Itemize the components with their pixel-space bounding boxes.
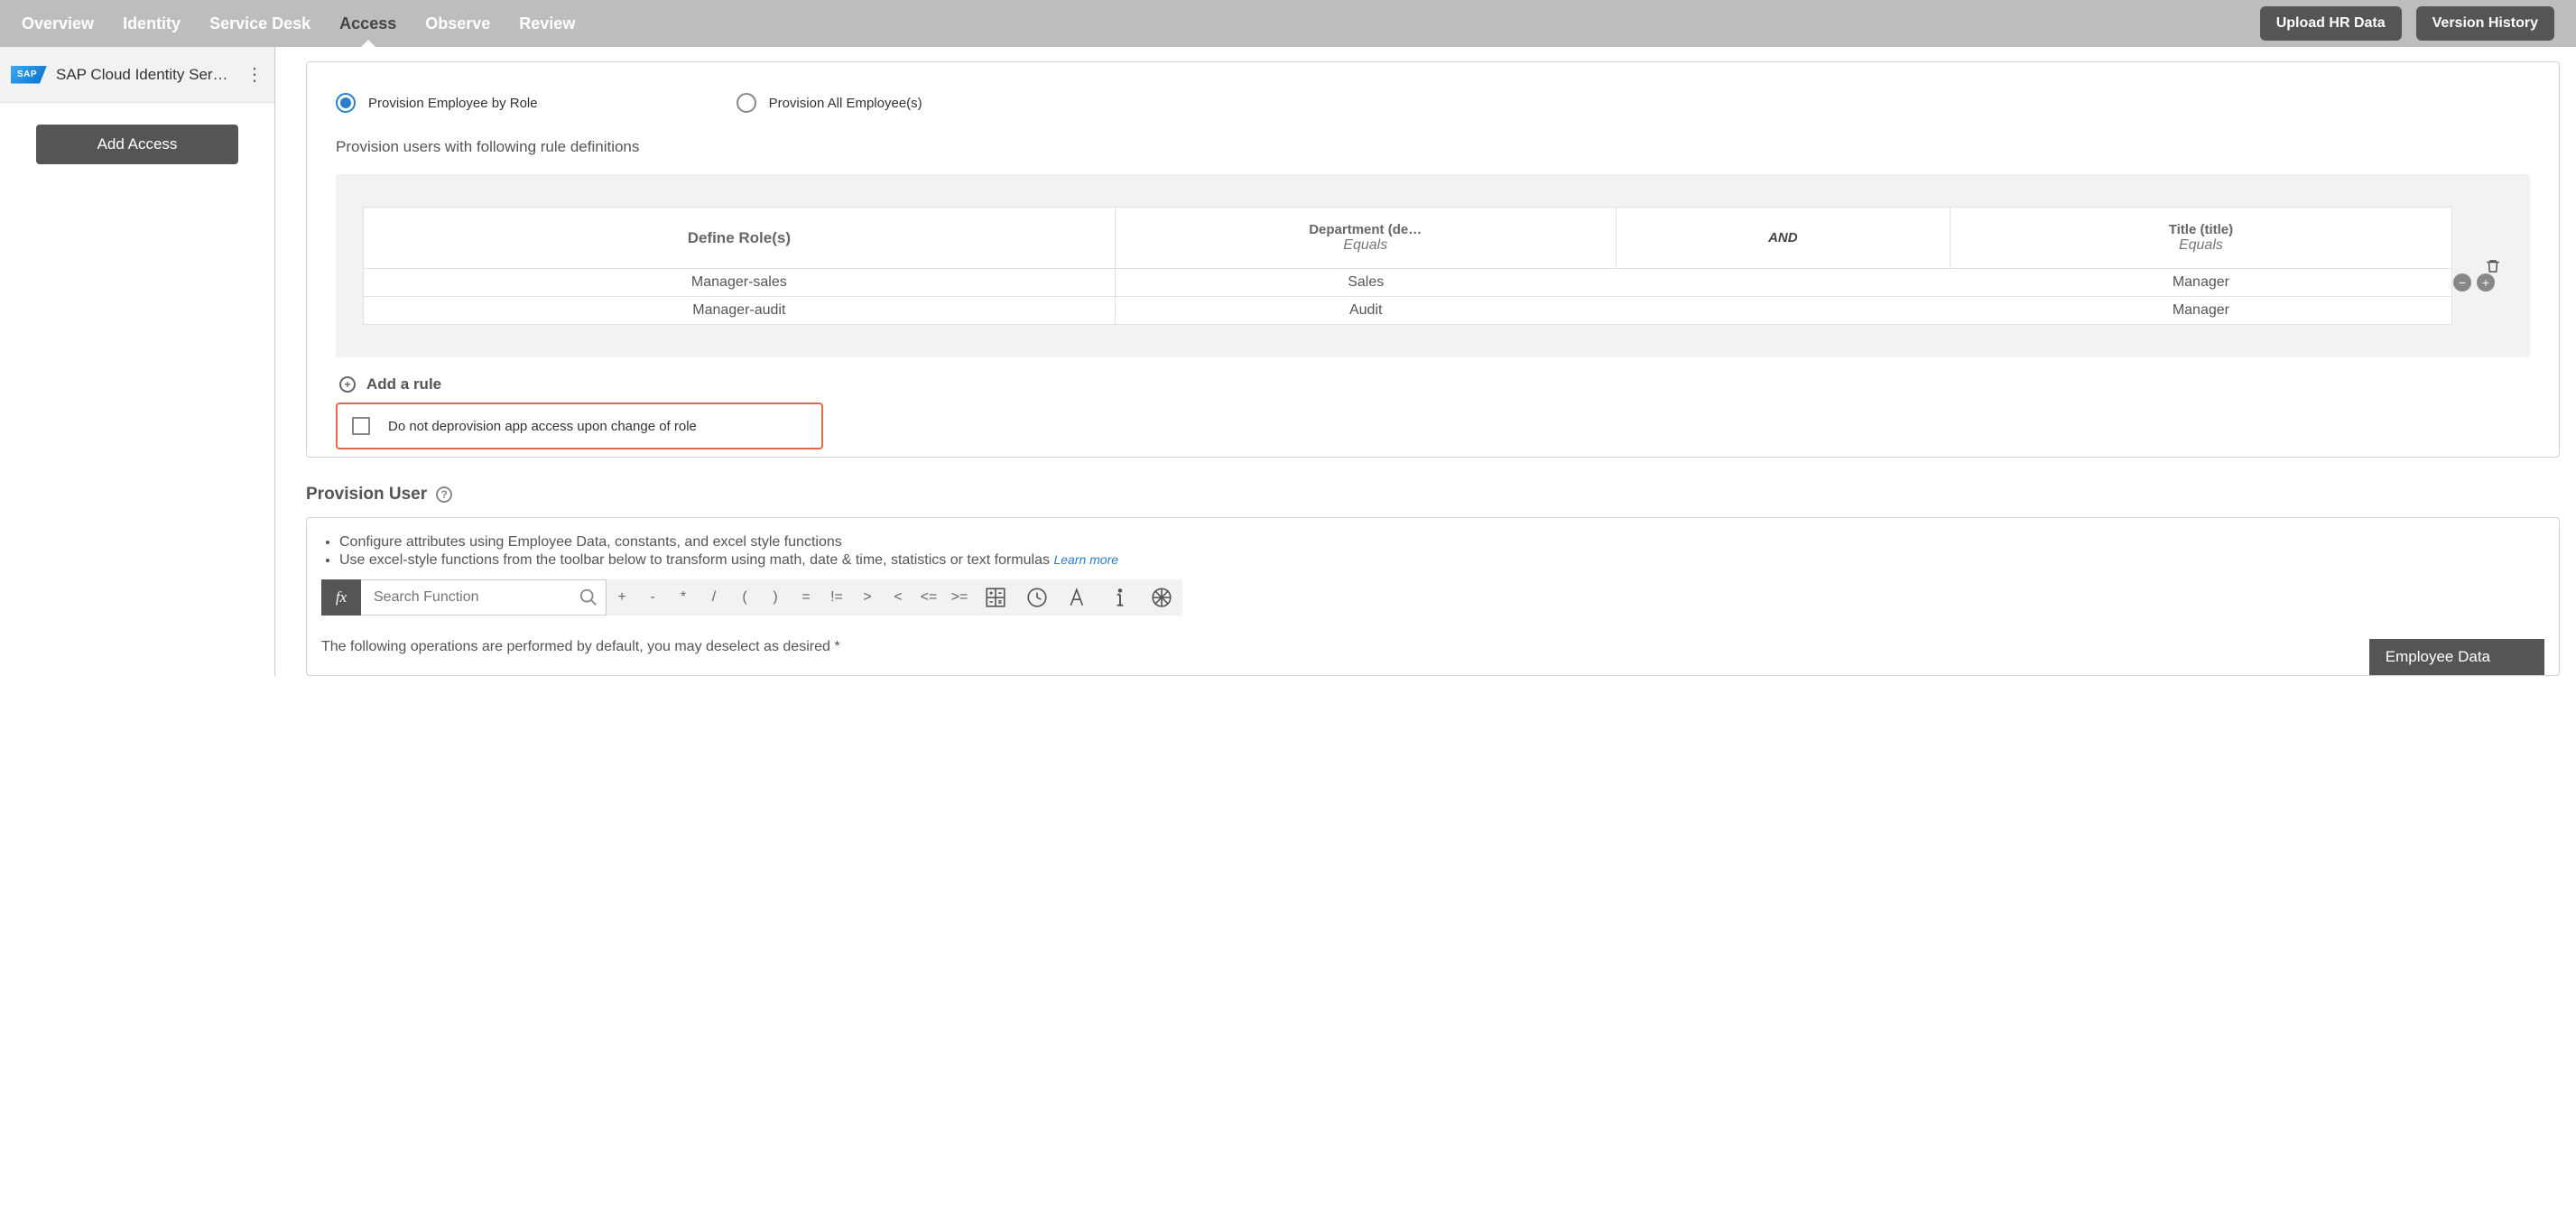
- sidebar-app-item[interactable]: SAP SAP Cloud Identity Ser… ⋮: [0, 47, 274, 103]
- text-icon[interactable]: [1058, 586, 1099, 609]
- no-deprovision-option: Do not deprovision app access upon chang…: [336, 403, 823, 449]
- op-eq[interactable]: =: [791, 580, 821, 615]
- tab-service-desk[interactable]: Service Desk: [209, 0, 310, 47]
- cell-title: Manager: [1951, 297, 2451, 324]
- col-and: AND: [1617, 208, 1951, 268]
- tab-review[interactable]: Review: [519, 0, 575, 47]
- op-div[interactable]: /: [699, 580, 729, 615]
- op-lte[interactable]: <=: [913, 580, 944, 615]
- op-lparen[interactable]: (: [729, 580, 760, 615]
- add-row-button[interactable]: +: [2477, 273, 2495, 292]
- cell-dept: Audit: [1116, 297, 1617, 324]
- provision-user-title: Provision User: [306, 485, 427, 505]
- sidebar: SAP SAP Cloud Identity Ser… ⋮ Add Access: [0, 47, 275, 676]
- rules-description: Provision users with following rule defi…: [336, 138, 2530, 156]
- op-minus[interactable]: -: [637, 580, 668, 615]
- tab-access[interactable]: Access: [339, 0, 396, 47]
- no-deprovision-label: Do not deprovision app access upon chang…: [388, 419, 697, 434]
- nav-tabs: Overview Identity Service Desk Access Ob…: [22, 0, 575, 47]
- table-row: Manager-audit Audit Manager: [364, 296, 2451, 324]
- provision-user-panel: Configure attributes using Employee Data…: [306, 517, 2560, 676]
- plus-circle-icon: +: [339, 376, 356, 393]
- radio-provision-all[interactable]: Provision All Employee(s): [737, 93, 922, 113]
- col-role: Define Role(s): [364, 208, 1116, 268]
- op-lt[interactable]: <: [883, 580, 913, 615]
- more-icon[interactable]: ⋮: [246, 63, 264, 86]
- nav-buttons: Upload HR Data Version History: [2260, 6, 2554, 41]
- search-function-input[interactable]: [374, 580, 579, 615]
- stats-icon[interactable]: [1141, 586, 1182, 609]
- search-function-wrap: [361, 579, 607, 616]
- radio-all-label: Provision All Employee(s): [769, 96, 922, 111]
- math-icon[interactable]: [975, 586, 1016, 609]
- no-deprovision-checkbox[interactable]: [352, 417, 370, 435]
- radio-by-role-label: Provision Employee by Role: [368, 96, 538, 111]
- op-neq[interactable]: !=: [821, 580, 852, 615]
- remove-row-button[interactable]: −: [2453, 273, 2471, 292]
- trash-icon: [2485, 257, 2501, 275]
- bullet-2: Use excel-style functions from the toolb…: [339, 552, 2544, 569]
- op-rparen[interactable]: ): [760, 580, 791, 615]
- radio-checked-icon: [336, 93, 356, 113]
- sap-logo-icon: SAP: [11, 66, 47, 84]
- employee-data-button[interactable]: Employee Data: [2369, 639, 2544, 675]
- col-title: Title (title): [1960, 222, 2442, 237]
- add-access-button[interactable]: Add Access: [36, 125, 238, 164]
- provision-user-heading: Provision User ?: [306, 485, 2560, 505]
- learn-more-link[interactable]: Learn more: [1053, 552, 1118, 567]
- col-department-sub: Equals: [1125, 237, 1607, 254]
- op-gte[interactable]: >=: [944, 580, 975, 615]
- bullet-1: Configure attributes using Employee Data…: [339, 534, 2544, 551]
- top-nav: Overview Identity Service Desk Access Ob…: [0, 0, 2576, 47]
- tab-identity[interactable]: Identity: [123, 0, 181, 47]
- cell-role: Manager-audit: [364, 297, 1116, 324]
- provision-panel: Provision Employee by Role Provision All…: [306, 61, 2560, 458]
- add-rule-button[interactable]: + Add a rule: [336, 374, 2530, 395]
- function-toolbar: fx + - * / ( ) = != > < <= >=: [321, 579, 2544, 616]
- clock-icon[interactable]: [1016, 586, 1058, 609]
- op-mult[interactable]: *: [668, 580, 699, 615]
- sidebar-app-label: SAP Cloud Identity Ser…: [56, 66, 236, 84]
- op-plus[interactable]: +: [607, 580, 637, 615]
- default-ops-text: The following operations are performed b…: [321, 639, 840, 655]
- radio-unchecked-icon: [737, 93, 756, 113]
- search-icon[interactable]: [579, 588, 598, 607]
- cell-role: Manager-sales: [364, 269, 1116, 296]
- op-gt[interactable]: >: [852, 580, 883, 615]
- version-history-button[interactable]: Version History: [2416, 6, 2554, 41]
- table-row: Manager-sales Sales Manager − +: [364, 268, 2451, 296]
- main-content: Provision Employee by Role Provision All…: [275, 47, 2576, 676]
- col-department: Department (de…: [1125, 222, 1607, 237]
- radio-provision-by-role[interactable]: Provision Employee by Role: [336, 93, 538, 113]
- col-title-sub: Equals: [1960, 237, 2442, 254]
- help-icon[interactable]: ?: [436, 486, 452, 503]
- cell-title: Manager: [1951, 269, 2451, 296]
- rules-table: Define Role(s) Department (de… Equals AN…: [363, 207, 2452, 325]
- tab-observe[interactable]: Observe: [425, 0, 490, 47]
- info-icon[interactable]: [1099, 586, 1141, 609]
- cell-dept: Sales: [1116, 269, 1617, 296]
- fx-icon: fx: [321, 579, 361, 616]
- add-rule-label: Add a rule: [366, 375, 441, 394]
- upload-hr-data-button[interactable]: Upload HR Data: [2260, 6, 2402, 41]
- tab-overview[interactable]: Overview: [22, 0, 94, 47]
- rules-container: Define Role(s) Department (de… Equals AN…: [336, 174, 2530, 357]
